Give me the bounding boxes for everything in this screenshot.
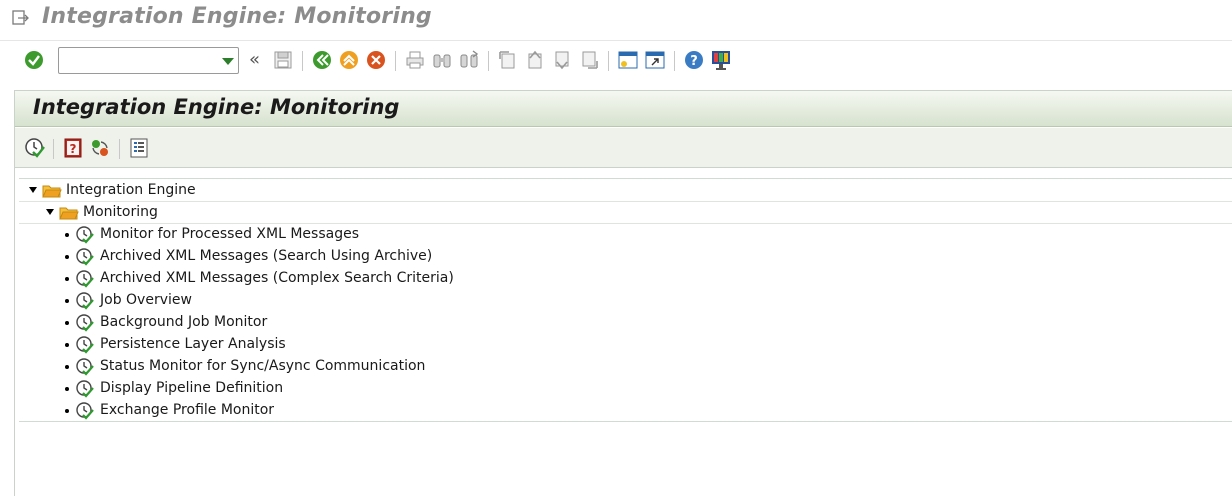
tree-item-label: Exchange Profile Monitor bbox=[100, 402, 275, 418]
help-icon[interactable]: ? bbox=[683, 49, 705, 71]
execute-transaction-icon bbox=[76, 336, 94, 354]
bullet bbox=[65, 365, 69, 369]
toolbar-separator bbox=[674, 51, 675, 71]
bullet bbox=[65, 343, 69, 347]
expand-triangle-icon[interactable] bbox=[46, 209, 54, 215]
tree-node-integration-engine[interactable]: Integration Engine bbox=[19, 180, 1232, 202]
find-icon[interactable] bbox=[431, 49, 453, 71]
tree-item-background-job-monitor[interactable]: Background Job Monitor bbox=[19, 312, 619, 334]
tree-item-label: Background Job Monitor bbox=[100, 314, 268, 330]
previous-page-icon[interactable] bbox=[524, 49, 546, 71]
cancel-icon[interactable] bbox=[365, 49, 387, 71]
tree-item-display-pipeline-definition[interactable]: Display Pipeline Definition bbox=[19, 378, 619, 400]
tree-node-label: Integration Engine bbox=[66, 182, 196, 198]
window-title-bar: Integration Engine: Monitoring bbox=[0, 0, 1232, 38]
toolbar-separator bbox=[488, 51, 489, 71]
bullet bbox=[65, 299, 69, 303]
execute-transaction-icon bbox=[76, 292, 94, 310]
next-page-icon[interactable] bbox=[551, 49, 573, 71]
navigation-tree: Integration Engine Monitoring Monitor fo… bbox=[19, 178, 1232, 422]
chevron-down-icon[interactable] bbox=[222, 58, 234, 65]
bullet bbox=[65, 321, 69, 325]
tree-item-label: Job Overview bbox=[100, 292, 192, 308]
tree-item-monitor-processed-xml[interactable]: Monitor for Processed XML Messages bbox=[19, 224, 619, 246]
collapse-chevron-icon[interactable]: « bbox=[249, 49, 260, 70]
back-icon[interactable] bbox=[311, 49, 333, 71]
enter-icon[interactable] bbox=[23, 49, 45, 71]
tree-item-label: Archived XML Messages (Search Using Arch… bbox=[100, 248, 433, 264]
execute-transaction-icon bbox=[76, 226, 94, 244]
documentation-icon[interactable]: ? bbox=[62, 137, 84, 159]
execute-transaction-icon bbox=[76, 270, 94, 288]
execute-transaction-icon bbox=[76, 314, 94, 332]
list-icon[interactable] bbox=[128, 137, 150, 159]
folder-open-icon bbox=[42, 185, 62, 198]
screen-frame: Integration Engine: Monitoring ? Integra… bbox=[14, 90, 1232, 496]
screen-title: Integration Engine: Monitoring bbox=[33, 95, 400, 119]
command-input[interactable] bbox=[62, 51, 212, 70]
tree-item-label: Archived XML Messages (Complex Search Cr… bbox=[100, 270, 454, 286]
bullet bbox=[65, 387, 69, 391]
tree-item-label: Status Monitor for Sync/Async Communicat… bbox=[100, 358, 426, 374]
tree-item-label: Monitor for Processed XML Messages bbox=[100, 226, 359, 242]
menu-icon[interactable] bbox=[12, 10, 30, 26]
bullet bbox=[65, 409, 69, 413]
window-title: Integration Engine: Monitoring bbox=[42, 4, 432, 29]
execute-transaction-icon bbox=[76, 358, 94, 376]
toolbar-separator bbox=[608, 51, 609, 71]
tree-item-archived-search-archive[interactable]: Archived XML Messages (Search Using Arch… bbox=[19, 246, 619, 268]
toolbar-separator bbox=[53, 139, 54, 159]
screen-title-area: Integration Engine: Monitoring bbox=[15, 91, 1232, 127]
customize-layout-icon[interactable] bbox=[710, 49, 732, 71]
tree-node-label: Monitoring bbox=[83, 204, 158, 220]
bullet bbox=[65, 277, 69, 281]
tree-node-monitoring[interactable]: Monitoring bbox=[19, 202, 1232, 224]
toolbar-separator bbox=[395, 51, 396, 71]
execute-transaction-icon bbox=[76, 248, 94, 266]
system-toolbar: « ? bbox=[0, 40, 1232, 80]
toolbar-separator bbox=[119, 139, 120, 159]
bullet bbox=[65, 233, 69, 237]
application-toolbar: ? bbox=[15, 128, 1232, 168]
execute-transaction-icon bbox=[76, 380, 94, 398]
tree-item-persistence-layer-analysis[interactable]: Persistence Layer Analysis bbox=[19, 334, 619, 356]
expand-triangle-icon[interactable] bbox=[29, 187, 37, 193]
save-icon[interactable] bbox=[272, 49, 294, 71]
exit-icon[interactable] bbox=[338, 49, 360, 71]
tree-item-label: Display Pipeline Definition bbox=[100, 380, 284, 396]
create-shortcut-icon[interactable] bbox=[644, 49, 666, 71]
tree-item-exchange-profile-monitor[interactable]: Exchange Profile Monitor bbox=[19, 400, 619, 422]
folder-open-icon bbox=[59, 207, 79, 220]
toolbar-separator bbox=[302, 51, 303, 71]
refresh-icon[interactable] bbox=[89, 137, 111, 159]
last-page-icon[interactable] bbox=[578, 49, 600, 71]
execute-icon[interactable] bbox=[24, 137, 46, 159]
print-icon[interactable] bbox=[404, 49, 426, 71]
svg-text:?: ? bbox=[690, 54, 698, 69]
command-field[interactable] bbox=[58, 47, 239, 74]
tree-item-label: Persistence Layer Analysis bbox=[100, 336, 286, 352]
create-session-icon[interactable] bbox=[617, 49, 639, 71]
tree-item-job-overview[interactable]: Job Overview bbox=[19, 290, 619, 312]
find-next-icon[interactable] bbox=[458, 49, 480, 71]
tree-item-archived-complex-search[interactable]: Archived XML Messages (Complex Search Cr… bbox=[19, 268, 619, 290]
execute-transaction-icon bbox=[76, 402, 94, 420]
first-page-icon[interactable] bbox=[497, 49, 519, 71]
tree-item-status-monitor-sync-async[interactable]: Status Monitor for Sync/Async Communicat… bbox=[19, 356, 619, 378]
svg-text:?: ? bbox=[70, 142, 77, 156]
bullet bbox=[65, 255, 69, 259]
